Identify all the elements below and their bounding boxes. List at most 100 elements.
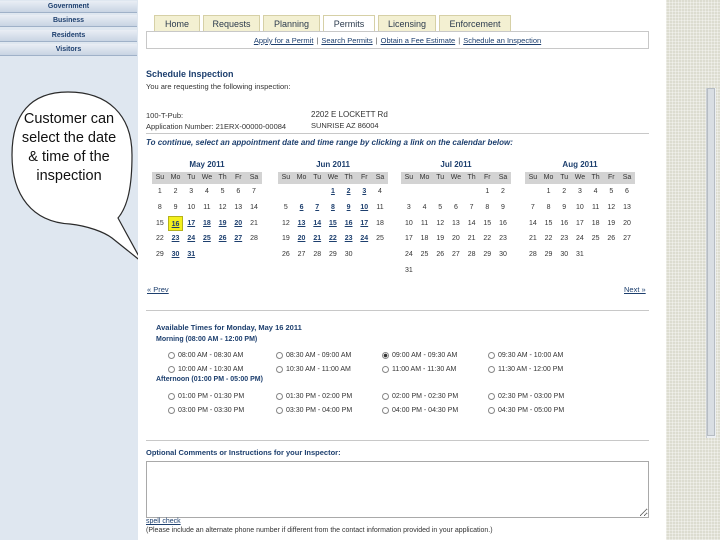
- calendar-day[interactable]: 6: [294, 200, 310, 216]
- calendar-day[interactable]: 3: [356, 184, 372, 200]
- subnav-fee-estimate[interactable]: Obtain a Fee Estimate: [381, 36, 456, 45]
- calendar-day[interactable]: 24: [356, 231, 372, 247]
- subnav-schedule-inspection[interactable]: Schedule an Inspection: [463, 36, 541, 45]
- radio-button[interactable]: [488, 352, 495, 359]
- radio-button[interactable]: [382, 407, 389, 414]
- time-slot-option[interactable]: 10:30 AM - 11:00 AM: [276, 366, 351, 373]
- radio-button[interactable]: [168, 352, 175, 359]
- spell-check-link[interactable]: spell check: [146, 518, 181, 525]
- subnav-search-permits[interactable]: Search Permits: [321, 36, 372, 45]
- time-slot-option[interactable]: 03:00 PM - 03:30 PM: [168, 407, 244, 414]
- weekday-label: We: [574, 174, 586, 181]
- time-slot-option[interactable]: 10:00 AM - 10:30 AM: [168, 366, 243, 373]
- tab-planning[interactable]: Planning: [263, 15, 320, 31]
- time-slot-option[interactable]: 02:00 PM - 02:30 PM: [382, 393, 458, 400]
- next-month-link[interactable]: Next »: [624, 285, 646, 294]
- time-slot-option[interactable]: 08:00 AM - 08:30 AM: [168, 352, 243, 359]
- time-slot-option[interactable]: 01:00 PM - 01:30 PM: [168, 393, 244, 400]
- calendar-day[interactable]: 21: [309, 231, 325, 247]
- calendar-day[interactable]: 27: [230, 231, 246, 247]
- calendar-day[interactable]: 19: [215, 216, 231, 232]
- calendar-day[interactable]: 14: [309, 216, 325, 232]
- calendar-day[interactable]: 25: [199, 231, 215, 247]
- time-slot-label: 11:00 AM - 11:30 AM: [392, 366, 457, 373]
- time-slot-option[interactable]: 01:30 PM - 02:00 PM: [276, 393, 352, 400]
- calendar-day[interactable]: 23: [341, 231, 357, 247]
- calendar-day[interactable]: 8: [325, 200, 341, 216]
- calendar-day[interactable]: 20: [294, 231, 310, 247]
- calendar-day[interactable]: 30: [168, 247, 184, 263]
- time-slot-label: 08:30 AM - 09:00 AM: [286, 352, 352, 359]
- radio-button[interactable]: [488, 366, 495, 373]
- radio-button[interactable]: [488, 393, 495, 400]
- weekday-label: Tu: [560, 174, 569, 181]
- calendar-day[interactable]: 23: [168, 231, 184, 247]
- radio-button[interactable]: [168, 407, 175, 414]
- weekday-label: Mo: [419, 174, 430, 181]
- calendar-day[interactable]: 1: [325, 184, 341, 200]
- calendar-day: 28: [250, 235, 258, 243]
- radio-button[interactable]: [382, 393, 389, 400]
- tab-home[interactable]: Home: [154, 15, 200, 31]
- calendar-day[interactable]: 16: [167, 215, 184, 232]
- time-slot-option[interactable]: 08:30 AM - 09:00 AM: [276, 352, 351, 359]
- calendar-day[interactable]: 2: [341, 184, 357, 200]
- calendar-day: 6: [625, 188, 629, 195]
- calendar-day[interactable]: 17: [183, 216, 199, 232]
- calendar-day[interactable]: 22: [325, 231, 341, 247]
- weekday-label: Sa: [498, 174, 508, 181]
- calendar-day: 14: [467, 219, 476, 227]
- time-slot-option[interactable]: 03:30 PM - 04:00 PM: [276, 407, 352, 414]
- calendar-day[interactable]: 9: [341, 200, 357, 216]
- calendar-day[interactable]: 31: [183, 247, 199, 263]
- calendar-day-empty: [246, 247, 262, 263]
- time-slot-option[interactable]: 11:30 AM - 12:00 PM: [488, 366, 563, 373]
- time-slot-option[interactable]: 09:00 AM - 09:30 AM: [382, 352, 457, 359]
- radio-button[interactable]: [276, 352, 283, 359]
- comments-textarea[interactable]: [146, 461, 649, 518]
- calendar-week-row: 15 16 17 18 19 20 21: [152, 215, 262, 232]
- calendar-day: 15: [483, 219, 492, 227]
- radio-button[interactable]: [382, 366, 389, 373]
- calendar-week-row: 14 15 16 17 18 19 20: [525, 216, 635, 232]
- tab-requests[interactable]: Requests: [203, 15, 260, 31]
- calendar-day[interactable]: 7: [309, 200, 325, 216]
- time-slot-option[interactable]: 04:00 PM - 04:30 PM: [382, 407, 458, 414]
- time-slot-option[interactable]: 04:30 PM - 05:00 PM: [488, 407, 564, 414]
- calendar-day[interactable]: 26: [215, 231, 231, 247]
- calendar-day[interactable]: 13: [294, 216, 310, 232]
- times-title: Available Times for Monday, May 16 2011: [156, 323, 302, 332]
- calendar-day-empty: [448, 184, 464, 200]
- calendar-day: 29: [544, 251, 553, 259]
- calendar-day: 28: [467, 251, 476, 259]
- calendar-day[interactable]: 24: [183, 231, 199, 247]
- calendar-day-empty: [356, 247, 372, 263]
- calendar-day[interactable]: 18: [199, 216, 215, 232]
- calendar-day[interactable]: 16: [341, 216, 357, 232]
- calendar-day[interactable]: 20: [230, 216, 246, 232]
- calendar-week-row: 10 11 12 13 14 15 16: [401, 216, 511, 232]
- prev-month-link[interactable]: « Prev: [147, 285, 169, 294]
- radio-button[interactable]: [168, 366, 175, 373]
- tab-permits[interactable]: Permits: [323, 15, 375, 31]
- scrollbar-thumb[interactable]: [707, 88, 715, 436]
- time-slot-option[interactable]: 11:00 AM - 11:30 AM: [382, 366, 456, 373]
- time-slot-label: 03:00 PM - 03:30 PM: [178, 407, 245, 414]
- radio-button[interactable]: [276, 393, 283, 400]
- calendar-day: 23: [560, 235, 569, 243]
- weekday-label: Fr: [234, 174, 242, 181]
- radio-button[interactable]: [168, 393, 175, 400]
- subnav-apply-permit[interactable]: Apply for a Permit: [254, 36, 314, 45]
- calendar-day[interactable]: 15: [325, 216, 341, 232]
- time-slot-option[interactable]: 09:30 AM - 10:00 AM: [488, 352, 563, 359]
- tab-licensing[interactable]: Licensing: [378, 15, 436, 31]
- radio-button[interactable]: [488, 407, 495, 414]
- radio-button[interactable]: [276, 407, 283, 414]
- calendar-day[interactable]: 10: [356, 200, 372, 216]
- tab-enforcement[interactable]: Enforcement: [439, 15, 511, 31]
- time-slot-option[interactable]: 02:30 PM - 03:00 PM: [488, 393, 564, 400]
- radio-button[interactable]: [382, 352, 389, 359]
- calendar-day[interactable]: 17: [356, 216, 372, 232]
- radio-button[interactable]: [276, 366, 283, 373]
- calendar-week-row: 28 29 30 31: [525, 247, 635, 263]
